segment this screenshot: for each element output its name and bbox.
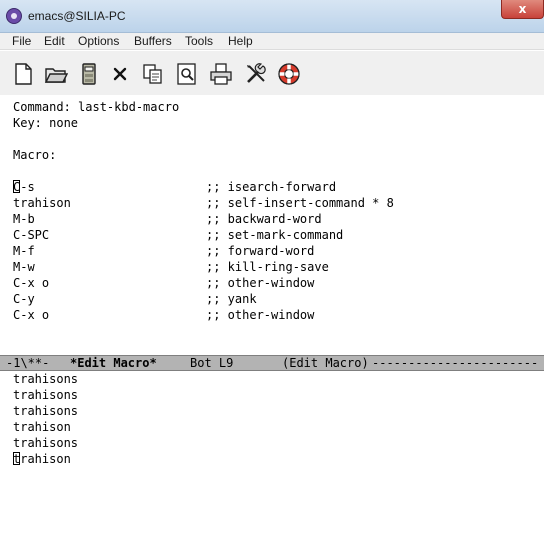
modeline-filler: ----------------------- — [372, 356, 539, 370]
buffer-line: trahisons — [13, 404, 79, 418]
modeline-position: Bot L9 — [190, 356, 234, 370]
macro-label-line: Macro: — [13, 148, 57, 162]
modeline-buffer-name: *Edit Macro* — [70, 356, 157, 370]
menu-options[interactable]: Options — [78, 34, 119, 48]
menu-file[interactable]: File — [12, 34, 31, 48]
menu-buffers[interactable]: Buffers — [134, 34, 172, 48]
macro-comment: ;; backward-word — [206, 212, 322, 226]
menu-tools[interactable]: Tools — [185, 34, 213, 48]
macro-key-row: C-s — [13, 180, 35, 194]
macro-comment: ;; self-insert-command * 8 — [206, 196, 394, 210]
print-icon[interactable] — [209, 62, 233, 86]
menu-bar: File Edit Options Buffers Tools Help — [0, 33, 544, 50]
macro-key-row: C-y — [13, 292, 35, 306]
macro-comment: ;; other-window — [206, 276, 315, 290]
macro-key-row: C-SPC — [13, 228, 50, 242]
macro-comment: ;; set-mark-command — [206, 228, 344, 242]
tool-bar — [0, 51, 544, 95]
modeline-status: -1\**- — [6, 356, 50, 370]
macro-key-row: M-w — [13, 260, 35, 274]
open-folder-icon[interactable] — [44, 62, 68, 86]
buffer-line: trahison — [13, 452, 71, 466]
macro-comment: ;; yank — [206, 292, 257, 306]
macro-command-line: Command: last-kbd-macro — [13, 100, 180, 114]
macro-key-row: M-f — [13, 244, 35, 258]
search-icon[interactable] — [175, 62, 199, 86]
edit-macro-buffer[interactable]: Command: last-kbd-macro Key: none Macro:… — [0, 95, 544, 355]
macro-comment: ;; other-window — [206, 308, 315, 322]
title-bar[interactable]: emacs@SILIA-PC x — [0, 0, 544, 33]
copy-icon[interactable] — [141, 62, 165, 86]
mode-line[interactable]: -1\**- *Edit Macro* Bot L9 (Edit Macro) … — [0, 355, 544, 371]
help-lifebuoy-icon[interactable] — [277, 62, 301, 86]
macro-key-row: M-b — [13, 212, 35, 226]
text-cursor — [13, 452, 20, 465]
text-cursor — [13, 180, 20, 193]
macro-key-row: trahison — [13, 196, 71, 210]
buffer-line: trahisons — [13, 436, 79, 450]
lower-buffer[interactable]: trahisons trahisons trahisons trahison t… — [0, 371, 544, 553]
macro-comment: ;; isearch-forward — [206, 180, 337, 194]
buffer-line: trahison — [13, 420, 71, 434]
buffer-line: trahisons — [13, 372, 79, 386]
close-buffer-icon[interactable] — [108, 62, 132, 86]
close-window-button[interactable]: x — [501, 0, 544, 19]
window-title: emacs@SILIA-PC — [28, 9, 126, 23]
macro-key-line: Key: none — [13, 116, 79, 130]
menu-help[interactable]: Help — [228, 34, 253, 48]
macro-comment: ;; forward-word — [206, 244, 315, 258]
tools-icon[interactable] — [244, 62, 268, 86]
modeline-major-mode: (Edit Macro) — [282, 356, 369, 370]
buffer-line: trahisons — [13, 388, 79, 402]
menu-edit[interactable]: Edit — [44, 34, 65, 48]
macro-key-row: C-x o — [13, 308, 50, 322]
macro-key-row: C-x o — [13, 276, 50, 290]
save-icon[interactable] — [77, 62, 101, 86]
emacs-app-icon — [6, 8, 22, 24]
macro-comment: ;; kill-ring-save — [206, 260, 329, 274]
new-file-icon[interactable] — [11, 62, 35, 86]
